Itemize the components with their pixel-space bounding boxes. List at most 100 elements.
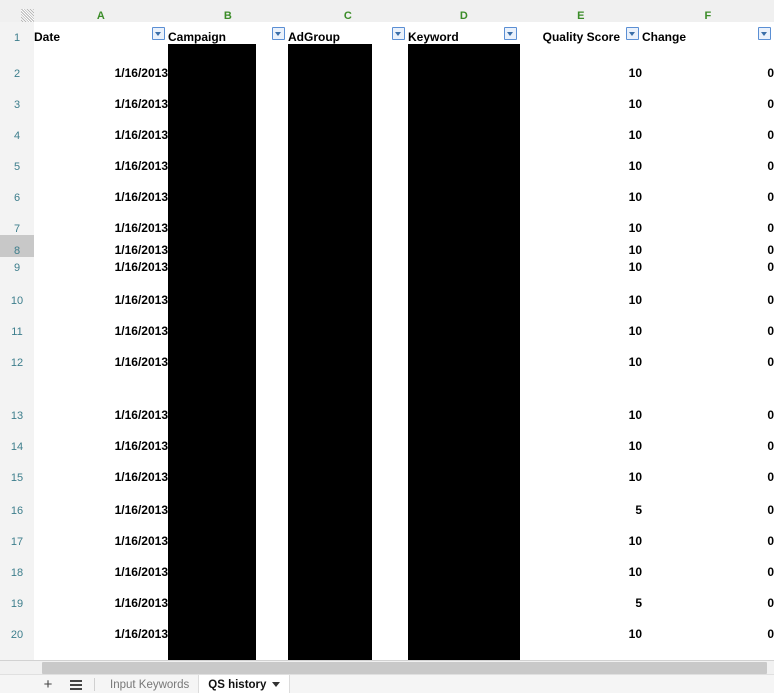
cell-C11[interactable]: d	[288, 307, 408, 338]
table-row[interactable]: 7 1/16/2013-Broad 10 0	[0, 204, 774, 235]
cell-D12[interactable]	[408, 338, 520, 369]
row-number-6[interactable]: 6	[0, 173, 34, 204]
cell-C19[interactable]: Exact	[288, 579, 408, 610]
cell-E18[interactable]: 10	[520, 548, 642, 579]
cell-A9[interactable]: 1/16/2013	[34, 257, 168, 274]
cell-D2[interactable]	[408, 44, 520, 80]
cell-F13[interactable]: 0	[642, 369, 774, 422]
column-header-c[interactable]: C	[288, 0, 408, 22]
row-number-20[interactable]: 20	[0, 610, 34, 641]
cell-E15[interactable]: 10	[520, 453, 642, 484]
cell-B11[interactable]: SN)	[168, 307, 288, 338]
table-row[interactable]: 5 1/16/2013)Exact 10 0	[0, 142, 774, 173]
cell-D21[interactable]	[408, 641, 520, 660]
cell-C2[interactable]: d	[288, 44, 408, 80]
cell-F17[interactable]: 0	[642, 517, 774, 548]
cell-B7[interactable]: -	[168, 204, 288, 235]
cell-E7[interactable]: 10	[520, 204, 642, 235]
row-number-17[interactable]: 17	[0, 517, 34, 548]
horizontal-scrollbar-thumb[interactable]	[42, 662, 767, 674]
cell-F4[interactable]: 0	[642, 111, 774, 142]
cell-E17[interactable]: 10	[520, 517, 642, 548]
cell-D4[interactable]	[408, 111, 520, 142]
cell-D19[interactable]	[408, 579, 520, 610]
table-row[interactable]: 4 1/16/2013SN)d 10 0	[0, 111, 774, 142]
cell-E8[interactable]: 10	[520, 235, 642, 257]
cell-D18[interactable]	[408, 548, 520, 579]
cell-D16[interactable]	[408, 484, 520, 517]
row-number-5[interactable]: 5	[0, 142, 34, 173]
cell-A7[interactable]: 1/16/2013	[34, 204, 168, 235]
cell-C9[interactable]: d	[288, 257, 408, 274]
cell-C6[interactable]: Exact	[288, 173, 408, 204]
cell-A18[interactable]: 1/16/2013	[34, 548, 168, 579]
row-number-12[interactable]: 12	[0, 338, 34, 369]
column-header-f[interactable]: F	[642, 0, 774, 22]
table-row[interactable]: 8 1/16/2013 d 10 0	[0, 235, 774, 257]
cell-B9[interactable]: SN)	[168, 257, 288, 274]
cell-F14[interactable]: 0	[642, 422, 774, 453]
table-row[interactable]: 16 1/16/2013 Exact 5 0	[0, 484, 774, 517]
cell-C18[interactable]: d	[288, 548, 408, 579]
cell-A10[interactable]: 1/16/2013	[34, 274, 168, 307]
cell-E3[interactable]: 10	[520, 80, 642, 111]
cell-C17[interactable]: ce	[288, 517, 408, 548]
column-header-b[interactable]: B	[168, 0, 288, 22]
cell-F8[interactable]: 0	[642, 235, 774, 257]
cell-C8[interactable]: d	[288, 235, 408, 257]
filter-dropdown-icon-f[interactable]	[758, 27, 771, 40]
row-number-15[interactable]: 15	[0, 453, 34, 484]
cell-B17[interactable]: SN)	[168, 517, 288, 548]
cell-E14[interactable]: 10	[520, 422, 642, 453]
cell-D3[interactable]	[408, 80, 520, 111]
cell-A12[interactable]: 1/16/2013	[34, 338, 168, 369]
cell-A5[interactable]: 1/16/2013	[34, 142, 168, 173]
chevron-down-icon[interactable]	[272, 682, 281, 687]
row-number-16[interactable]: 16	[0, 484, 34, 517]
table-row[interactable]: 18 1/16/2013SN)d 10 0	[0, 548, 774, 579]
cell-D6[interactable]	[408, 173, 520, 204]
spreadsheet-grid[interactable]: A B C D E F 1 Date Campaign AdGroup Keyword Quality…	[0, 0, 774, 660]
cell-C3[interactable]: BMM	[288, 80, 408, 111]
table-row[interactable]: 13 1/16/2013r -Exact 10 0	[0, 369, 774, 422]
cell-C20[interactable]: d	[288, 610, 408, 641]
row-number-3[interactable]: 3	[0, 80, 34, 111]
cell-E20[interactable]: 10	[520, 610, 642, 641]
cell-E12[interactable]: 10	[520, 338, 642, 369]
column-header-d[interactable]: D	[408, 0, 520, 22]
table-row[interactable]: 17 1/16/2013SN)ce 10 0	[0, 517, 774, 548]
row-number-2[interactable]: 2	[0, 44, 34, 80]
table-row[interactable]: 11 1/16/2013SN)d 10 0	[0, 307, 774, 338]
cell-A4[interactable]: 1/16/2013	[34, 111, 168, 142]
row-number-11[interactable]: 11	[0, 307, 34, 338]
table-row[interactable]: 15 1/16/2013roadBroad 10 0	[0, 453, 774, 484]
cell-A14[interactable]: 1/16/2013	[34, 422, 168, 453]
cell-B18[interactable]: SN)	[168, 548, 288, 579]
sheet-tab-input-keywords[interactable]: Input Keywords	[101, 675, 198, 693]
cell-F11[interactable]: 0	[642, 307, 774, 338]
row-number-9[interactable]: 9	[0, 257, 34, 274]
row-number-21[interactable]: 21	[0, 641, 34, 660]
table-row[interactable]: 9 1/16/2013SN)d 10 0	[0, 257, 774, 274]
horizontal-scrollbar[interactable]	[0, 660, 774, 675]
cell-E5[interactable]: 10	[520, 142, 642, 173]
cell-C13[interactable]: Exact	[288, 369, 408, 422]
cell-C12[interactable]: d	[288, 338, 408, 369]
cell-E6[interactable]: 10	[520, 173, 642, 204]
cell-B10[interactable]: -	[168, 274, 288, 307]
cell-F18[interactable]: 0	[642, 548, 774, 579]
cell-B19[interactable]	[168, 579, 288, 610]
cell-B3[interactable]: road	[168, 80, 288, 111]
cell-E4[interactable]: 10	[520, 111, 642, 142]
cell-C7[interactable]: Broad	[288, 204, 408, 235]
cell-A13[interactable]: 1/16/2013	[34, 369, 168, 422]
row-number-10[interactable]: 10	[0, 274, 34, 307]
filter-dropdown-icon-e[interactable]	[626, 27, 639, 40]
row-number-14[interactable]: 14	[0, 422, 34, 453]
cell-D14[interactable]	[408, 422, 520, 453]
table-row[interactable]: 3 1/16/2013roadBMM 10 0	[0, 80, 774, 111]
cell-E21[interactable]: 10	[520, 641, 642, 660]
table-row[interactable]: 6 1/16/2013)Exact 10 0	[0, 173, 774, 204]
row-number-4[interactable]: 4	[0, 111, 34, 142]
filter-dropdown-icon-d[interactable]	[504, 27, 517, 40]
